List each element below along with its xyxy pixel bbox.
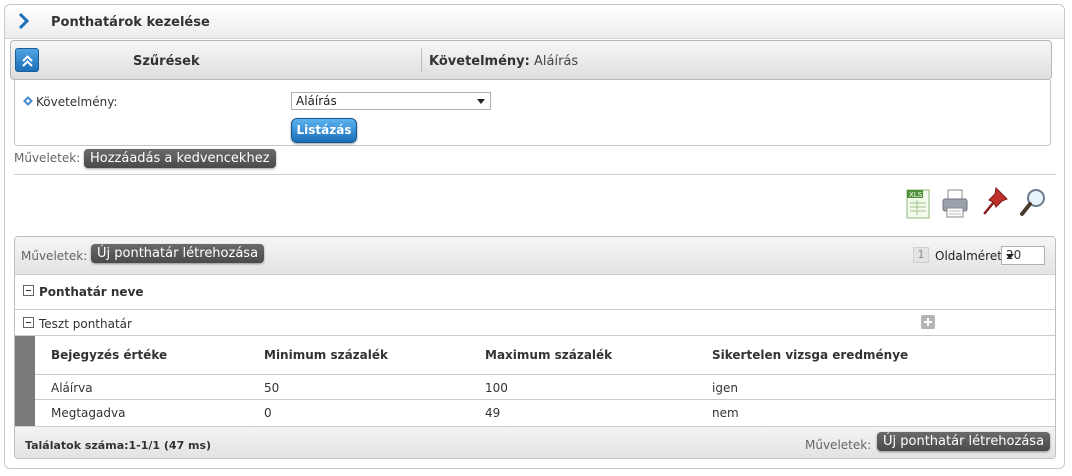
divider: [15, 309, 1055, 310]
page-size-label: Oldalméret: [935, 249, 1002, 263]
detail-side-bar: [15, 336, 35, 426]
pin-icon[interactable]: [980, 186, 1010, 220]
table-cell: igen: [712, 381, 738, 395]
requirement-select[interactable]: Aláírás: [291, 92, 491, 110]
column-header-max-percent[interactable]: Maximum százalék: [485, 348, 612, 362]
print-icon[interactable]: [940, 186, 970, 220]
bottom-new-threshold-button[interactable]: Új ponthatár létrehozása: [877, 432, 1051, 451]
dropdown-arrow-icon: [1006, 254, 1014, 259]
column-header-min-percent[interactable]: Minimum százalék: [264, 348, 388, 362]
add-row-icon[interactable]: [921, 315, 935, 329]
table-cell: 100: [485, 381, 508, 395]
grid-footer: Találatok száma:1-1/1 (47 ms) Műveletek:…: [15, 426, 1055, 458]
requirement-label: Követelmény:: [36, 95, 118, 109]
collapse-group-icon[interactable]: [23, 317, 34, 328]
filter-header: Szűrések Követelmény: Aláírás: [10, 40, 1052, 80]
table-cell: nem: [712, 406, 739, 420]
collapse-all-icon[interactable]: [23, 285, 34, 296]
filter-body: Követelmény: Aláírás Listázás: [14, 80, 1051, 146]
table-cell: 0: [264, 406, 272, 420]
double-chevron-up-icon: [22, 55, 33, 67]
divider: [15, 335, 1055, 336]
filter-summary-label: Követelmény:: [429, 54, 530, 69]
operations-label: Műveletek:: [14, 151, 81, 165]
group-row-name: Teszt ponthatár: [39, 317, 132, 331]
column-header-failed-exam-result[interactable]: Sikertelen vizsga eredménye: [712, 348, 908, 362]
diamond-bullet-icon: [23, 96, 33, 106]
svg-text:XLS: XLS: [909, 191, 923, 199]
requirement-select-value: Aláírás: [296, 94, 337, 108]
results-count: Találatok száma:1-1/1 (47 ms): [25, 439, 212, 452]
page-number[interactable]: 1: [913, 247, 929, 263]
column-header-entry-value[interactable]: Bejegyzés értéke: [51, 348, 167, 362]
new-threshold-button[interactable]: Új ponthatár létrehozása: [91, 244, 265, 263]
list-button[interactable]: Listázás: [291, 118, 357, 143]
search-icon[interactable]: [1018, 186, 1048, 220]
divider: [421, 48, 422, 72]
grid-operations-label: Műveletek:: [21, 249, 88, 263]
bottom-operations-label: Műveletek:: [805, 438, 872, 452]
add-to-favorites-button[interactable]: Hozzáadás a kedvencekhez: [84, 149, 276, 168]
page-size-select[interactable]: 20: [1001, 246, 1045, 265]
xls-export-icon[interactable]: XLS: [904, 186, 934, 220]
divider: [14, 174, 1056, 175]
page-title: Ponthatárok kezelése: [51, 15, 210, 30]
chevron-right-icon[interactable]: [17, 13, 31, 29]
dropdown-arrow-icon: [477, 99, 485, 104]
divider: [35, 399, 1055, 400]
filter-summary-value: Aláírás: [534, 54, 579, 69]
filter-summary: Követelmény: Aláírás: [429, 54, 578, 69]
filter-title: Szűrések: [133, 54, 200, 69]
operations-row: Műveletek: Hozzáadás a kedvencekhez: [14, 149, 276, 168]
collapse-filter-button[interactable]: [15, 48, 39, 72]
panel-header: Ponthatárok kezelése: [5, 5, 1064, 39]
divider: [35, 374, 1055, 375]
table-cell: Aláírva: [51, 381, 93, 395]
column-header-threshold-name[interactable]: Ponthatár neve: [39, 285, 144, 299]
table-cell: 50: [264, 381, 280, 395]
results-grid: Műveletek: Új ponthatár létrehozása 1 Ol…: [14, 236, 1056, 459]
table-cell: Megtagadva: [51, 406, 126, 420]
table-cell: 49: [485, 406, 501, 420]
grid-toolbar: Műveletek: Új ponthatár létrehozása 1 Ol…: [15, 237, 1055, 275]
